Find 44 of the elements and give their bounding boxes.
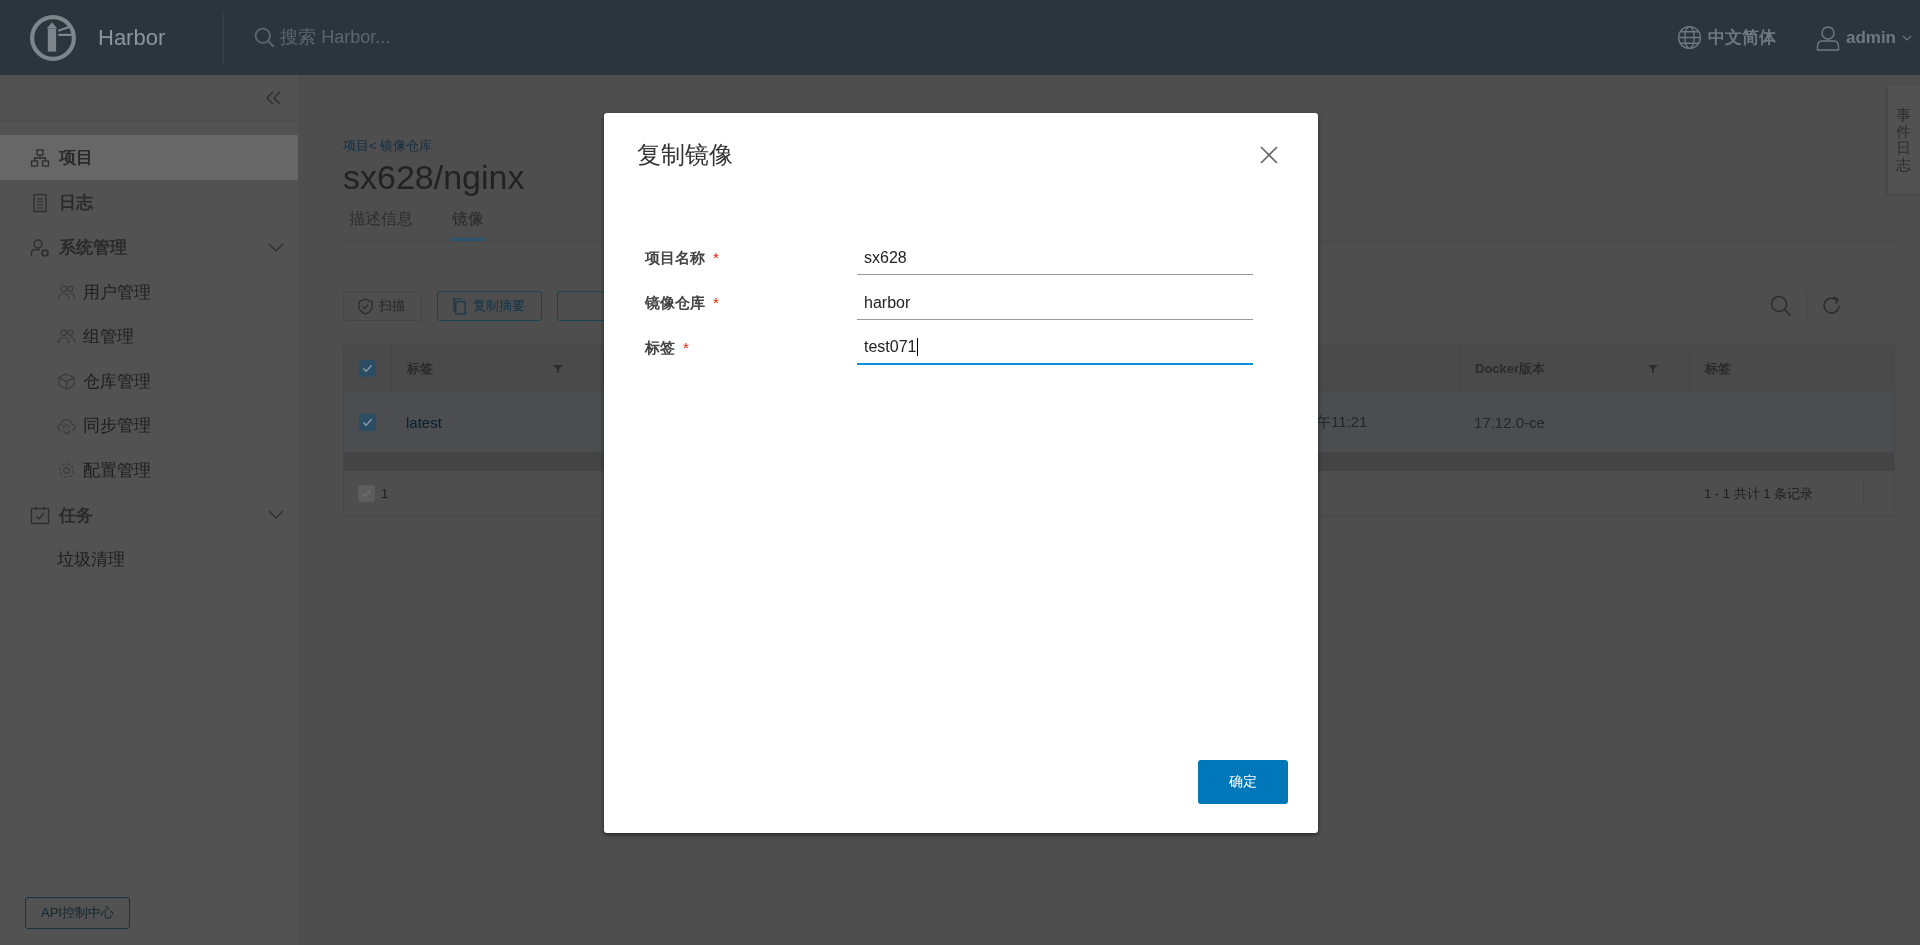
field-label: 标签 * (643, 338, 690, 358)
input-field[interactable]: test071 (857, 331, 1253, 365)
close-icon[interactable] (1260, 146, 1278, 164)
filter-icon[interactable] (1647, 363, 1659, 374)
task-icon (30, 505, 50, 525)
nav-item[interactable]: 项目 (0, 135, 298, 180)
check-icon (362, 364, 373, 373)
required-mark: * (713, 293, 719, 311)
search-icon[interactable] (1770, 295, 1792, 317)
chevron-icon[interactable] (268, 510, 284, 520)
project-icon (30, 147, 50, 168)
cloud-sync-icon (57, 416, 76, 436)
input-field[interactable]: sx628 (857, 241, 1253, 275)
admin-icon (30, 237, 50, 258)
dialog-title: 复制镜像 (637, 140, 733, 170)
caret-icon (1902, 34, 1912, 41)
brand-name[interactable]: Harbor (98, 24, 166, 51)
checkbox[interactable] (359, 413, 376, 431)
breadcrumb-link[interactable]: 项目< 镜像仓库 (343, 137, 433, 155)
shield-icon (358, 297, 373, 315)
field-label: 项目名称 * (644, 248, 720, 268)
collapse-icon[interactable] (266, 90, 282, 105)
chevron-icon[interactable] (268, 242, 284, 253)
required-mark: * (713, 248, 719, 266)
search-icon (254, 26, 277, 49)
required-mark: * (683, 338, 689, 356)
globe-icon (1676, 25, 1702, 50)
lighthouse-logo-icon[interactable] (29, 13, 77, 62)
user-menu[interactable]: admin (1815, 24, 1912, 51)
users-icon (57, 282, 76, 302)
filter-icon[interactable] (552, 363, 564, 374)
cube-icon (57, 371, 76, 391)
copy-icon (452, 297, 467, 315)
user-icon (1815, 24, 1840, 51)
field-label: 镜像仓库 * (643, 293, 720, 313)
tag-link[interactable]: latest (406, 413, 442, 431)
language-menu[interactable]: 中文简体 (1676, 25, 1776, 50)
input-field[interactable]: harbor (857, 286, 1253, 320)
log-icon (30, 192, 50, 213)
confirm-button[interactable]: 确定 (1198, 760, 1288, 804)
checkbox[interactable] (359, 360, 376, 377)
check-icon (362, 417, 373, 427)
gear-icon (57, 460, 76, 480)
refresh-icon[interactable] (1821, 295, 1843, 317)
